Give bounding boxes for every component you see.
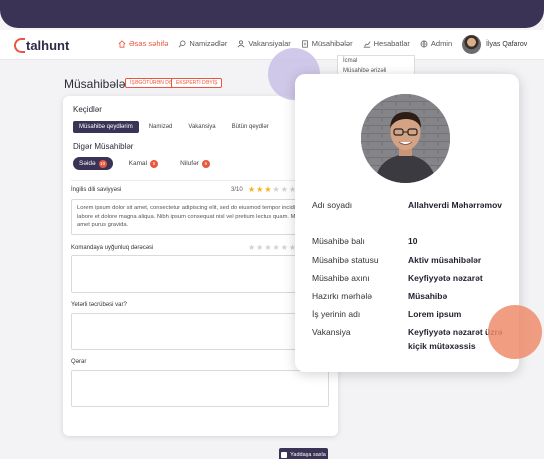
top-banner <box>0 0 544 28</box>
count-badge: 10 <box>98 159 107 168</box>
nav-label: Namizədlər <box>189 39 228 48</box>
star-icon[interactable]: ★ <box>256 186 263 194</box>
home-icon <box>118 39 126 48</box>
status-label: Müsahibə statusu <box>312 255 379 265</box>
criterion-label: Komandaya uyğunluq dərəcəsi <box>71 245 154 251</box>
transitions-label: Keçidlər <box>73 105 102 114</box>
notes-tabs: Müsahibə qeydlərim Namizəd Vakansiya Büt… <box>73 121 275 133</box>
other-interviewers-label: Digər Müsahiblər <box>73 142 134 151</box>
star-icon[interactable]: ★ <box>248 244 255 252</box>
criterion-notes-field[interactable] <box>71 313 329 350</box>
nav-label: Müsahibələr <box>311 39 353 48</box>
interviewer-chip[interactable]: Kamal 5 <box>123 157 164 170</box>
nav-item-home[interactable]: Əsas səhifə <box>118 39 168 48</box>
divider <box>71 180 329 181</box>
decision-field[interactable] <box>71 370 329 407</box>
criterion-notes-field[interactable] <box>71 255 329 293</box>
interviewer-chip[interactable]: Səidə 10 <box>73 157 113 170</box>
star-icon[interactable]: ★ <box>248 186 255 194</box>
top-navbar: talhunt Əsas səhifə Namizədlər Vakansiya… <box>0 30 544 60</box>
count-badge: 6 <box>201 159 210 168</box>
criterion-label: Yetərli təcrübəsi var? <box>71 302 127 308</box>
page-title: Müsahibələr <box>64 77 130 91</box>
save-icon <box>281 452 288 458</box>
star-icon[interactable]: ★ <box>256 244 263 252</box>
tab-candidate[interactable]: Namizəd <box>143 121 179 133</box>
document-icon <box>301 39 308 48</box>
star-icon[interactable]: ★ <box>281 186 288 194</box>
nav-item-vacancies[interactable]: Vakansiyalar <box>237 39 291 48</box>
nav-item-interviews[interactable]: Müsahibələr <box>301 39 353 48</box>
chip-label: Nilufər <box>180 160 199 167</box>
people-icon <box>237 39 245 47</box>
name-label: Adı soyadı <box>312 200 353 210</box>
tab-vacancy[interactable]: Vakansiya <box>182 121 221 133</box>
candidate-photo <box>361 94 450 183</box>
main-nav: Əsas səhifə Namizədlər Vakansiyalar Müsa… <box>118 39 452 48</box>
chart-icon <box>363 40 371 48</box>
nav-label: Admin <box>430 39 453 48</box>
nav-label: Vakansiyalar <box>248 39 291 48</box>
star-icon[interactable]: ★ <box>273 244 280 252</box>
logo-text: talhunt <box>26 37 70 53</box>
talhunt-logo[interactable]: talhunt <box>14 36 69 54</box>
save-label: Yaddaşa saxla <box>290 452 326 458</box>
interviewer-chip[interactable]: Nilufər 6 <box>174 157 216 170</box>
status-value: Aktiv müsahibələr <box>408 255 482 265</box>
criterion-label: Qərar <box>71 359 87 365</box>
nav-item-candidates[interactable]: Namizədlər <box>178 39 227 48</box>
logo-mark-icon <box>14 37 25 53</box>
globe-icon <box>420 40 428 48</box>
score-label: Müsahibə balı <box>312 236 365 246</box>
star-icon[interactable]: ★ <box>273 186 280 194</box>
nav-label: Hesabatlar <box>373 39 410 48</box>
change-expert-button[interactable]: EKSPERTİ DƏYİŞ <box>171 78 223 88</box>
workplace-label: İş yerinin adı <box>312 309 361 319</box>
star-icon[interactable]: ★ <box>281 244 288 252</box>
nav-item-reports[interactable]: Hesabatlar <box>363 39 410 48</box>
criterion-score: 3/10 <box>231 187 243 193</box>
search-icon <box>178 40 186 47</box>
criterion-label: İngilis dili saviyyəsi <box>71 187 122 193</box>
star-icon[interactable]: ★ <box>264 244 271 252</box>
flow-label: Müsahibə axını <box>312 273 370 283</box>
decorative-circle <box>488 305 542 359</box>
stage-label: Hazırkı mərhələ <box>312 291 372 301</box>
flow-value: Keyfiyyətə nəzarət <box>408 273 483 283</box>
stage-value: Müsahibə <box>408 291 448 301</box>
nav-item-admin[interactable]: Admin <box>420 39 452 48</box>
chip-label: Səidə <box>79 160 96 167</box>
star-icon[interactable]: ★ <box>264 186 271 194</box>
nav-label: Əsas səhifə <box>129 39 169 48</box>
user-menu[interactable]: İlyas Qafarov <box>462 35 527 54</box>
name-value: Allahverdi Məhərrəmov <box>408 200 503 210</box>
candidate-profile-card: Adı soyadı Allahverdi Məhərrəmov Müsahib… <box>295 74 519 372</box>
criterion-notes-field[interactable]: Lorem ipsum dolor sit amet, consectetur … <box>71 199 329 235</box>
tab-my-notes[interactable]: Müsahibə qeydlərim <box>73 121 139 133</box>
reports-dropdown: İcmal Müsahibə ərizəli <box>337 55 415 75</box>
dropdown-item[interactable]: İcmal <box>338 56 414 66</box>
chip-label: Kamal <box>128 160 148 167</box>
vacancy-label: Vakansiya <box>312 327 351 337</box>
interviewer-chips: Səidə 10 Kamal 5 Nilufər 6 <box>73 157 216 170</box>
avatar <box>462 35 481 54</box>
tab-all-notes[interactable]: Bütün qeydlər <box>226 121 275 133</box>
count-badge: 5 <box>150 159 159 168</box>
candidate-portrait-image <box>361 94 450 183</box>
user-name: İlyas Qafarov <box>486 41 528 48</box>
score-value: 10 <box>408 236 418 246</box>
save-button[interactable]: Yaddaşa saxla <box>279 448 328 459</box>
